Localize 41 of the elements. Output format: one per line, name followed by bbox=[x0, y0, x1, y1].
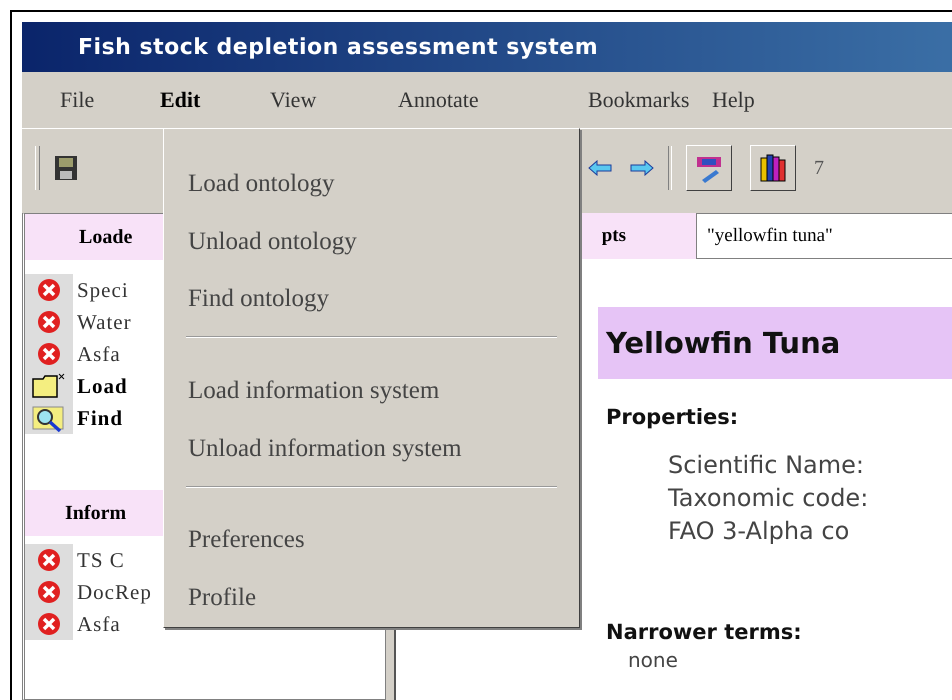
menu-entry[interactable]: Load ontology bbox=[164, 155, 579, 213]
list-item[interactable]: Load bbox=[73, 374, 128, 398]
books-button[interactable] bbox=[750, 145, 796, 191]
menu-entry[interactable]: Unload information system bbox=[164, 420, 579, 478]
zoom-text: 7 bbox=[814, 156, 824, 180]
list-item[interactable]: Speci bbox=[73, 278, 129, 302]
menu-item[interactable]: Annotate bbox=[398, 87, 479, 113]
property-line: Taxonomic code: bbox=[667, 483, 870, 514]
remove-icon bbox=[37, 278, 61, 302]
section-title: Properties: bbox=[605, 405, 740, 429]
menu-item[interactable]: File bbox=[60, 87, 94, 113]
folder-icon bbox=[32, 373, 66, 399]
remove-icon bbox=[37, 580, 61, 604]
remove-icon bbox=[37, 342, 61, 366]
menu-item[interactable]: Bookmarks bbox=[588, 87, 690, 113]
list-item[interactable]: DocRep bbox=[73, 580, 152, 604]
menu-entry[interactable]: Find ontology bbox=[164, 270, 579, 328]
list-item[interactable]: Asfa bbox=[73, 342, 121, 366]
section-title: Narrower terms: bbox=[605, 620, 803, 644]
narrower-term: none bbox=[627, 647, 679, 674]
concept-heading: Yellowfin Tuna bbox=[598, 307, 952, 379]
remove-icon bbox=[37, 612, 61, 636]
property-line: Scientific Name: bbox=[667, 450, 865, 481]
menu-item[interactable]: Help bbox=[712, 87, 755, 113]
forward-arrow-icon[interactable] bbox=[630, 160, 654, 176]
menu-item[interactable]: Edit bbox=[160, 87, 200, 113]
search-field[interactable]: "yellowfin tuna" bbox=[696, 213, 952, 259]
window-title: Fish stock depletion assessment system bbox=[78, 34, 598, 60]
property-line: FAO 3-Alpha co bbox=[667, 516, 850, 547]
menu-item[interactable]: View bbox=[270, 87, 316, 113]
list-item[interactable]: Water bbox=[73, 310, 132, 334]
list-item[interactable]: Asfa bbox=[73, 612, 121, 636]
spell-check-button[interactable] bbox=[686, 145, 732, 191]
books-icon bbox=[759, 153, 787, 183]
remove-icon bbox=[37, 310, 61, 334]
menu-entry[interactable]: Load information system bbox=[164, 362, 579, 420]
back-arrow-icon[interactable] bbox=[588, 160, 612, 176]
remove-icon bbox=[37, 548, 61, 572]
list-item[interactable]: Find bbox=[73, 406, 124, 430]
list-item[interactable]: TS C bbox=[73, 548, 125, 572]
menu-entry[interactable]: Profile bbox=[164, 569, 579, 628]
